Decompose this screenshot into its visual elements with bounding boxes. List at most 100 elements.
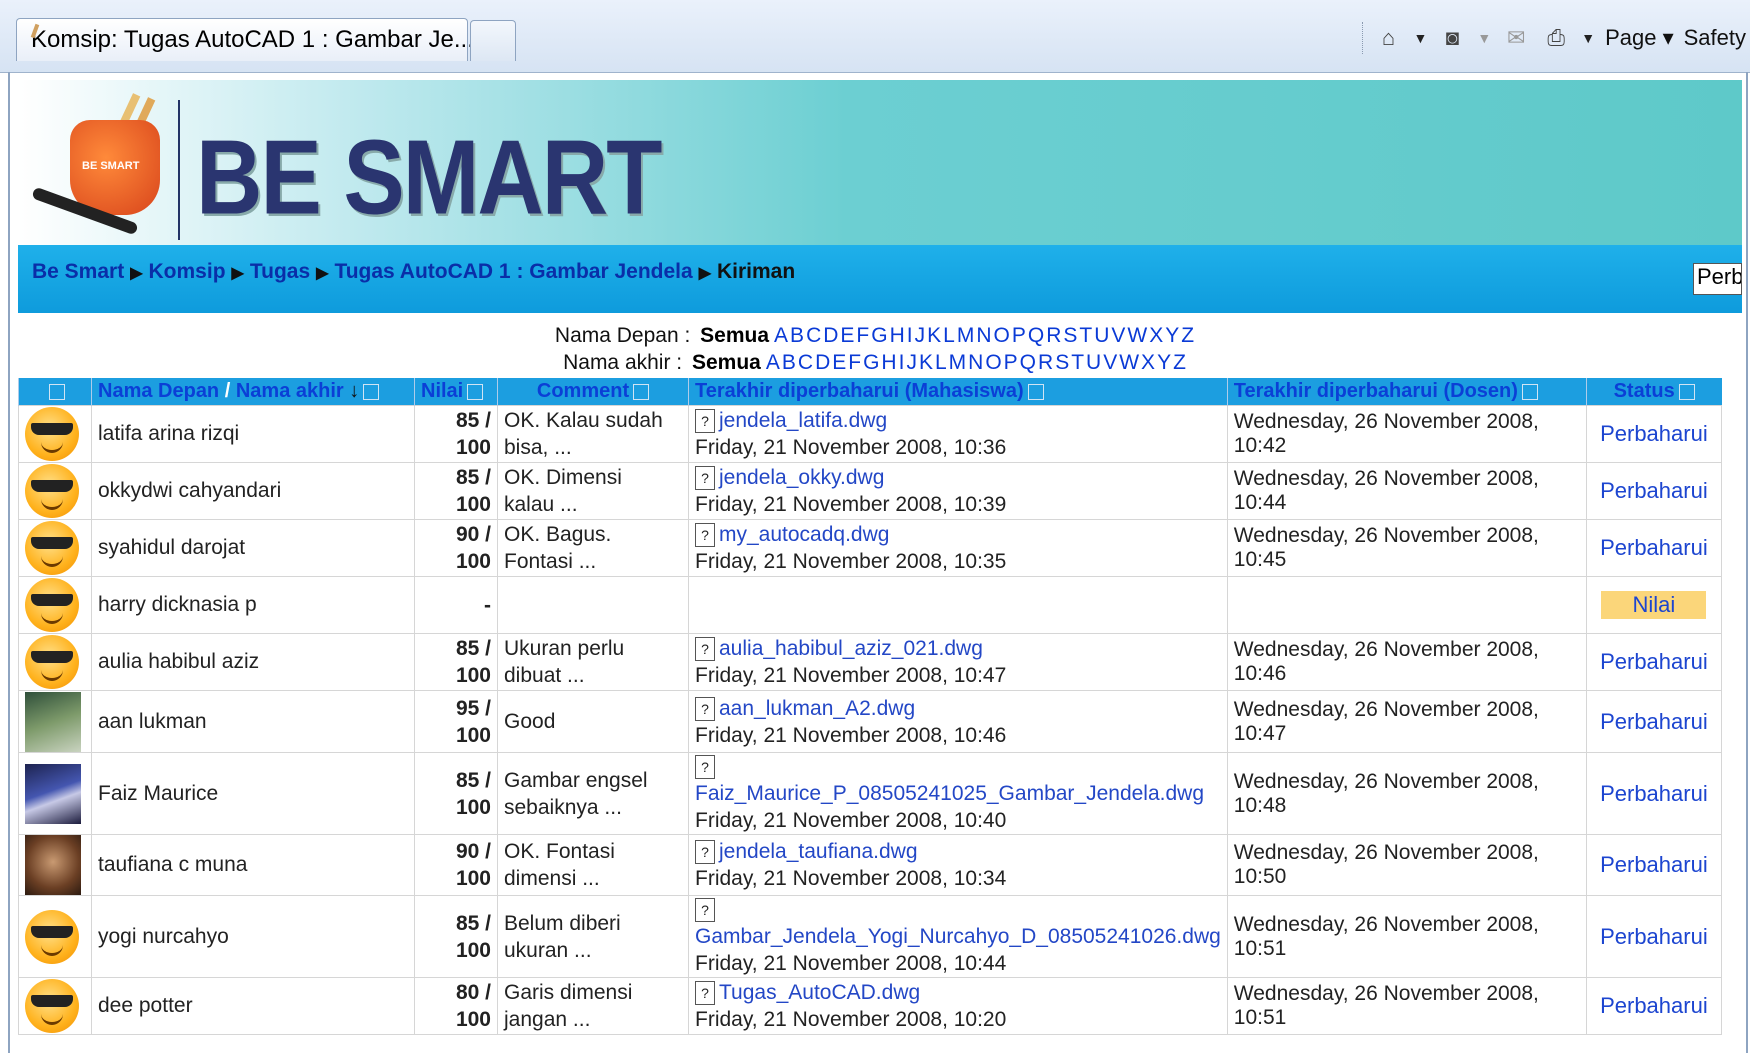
filter-letter[interactable]: Y	[1165, 324, 1179, 347]
site-logo[interactable]: BE SMART	[196, 118, 662, 239]
header-status[interactable]: Status	[1585, 378, 1722, 406]
filter-letter[interactable]: F	[848, 351, 861, 374]
print-dropdown-icon[interactable]: ▼	[1581, 30, 1595, 46]
filter-letter[interactable]: H	[890, 324, 905, 347]
filter-letter[interactable]: M	[949, 351, 967, 374]
filter-letter[interactable]: C	[798, 351, 813, 374]
print-icon[interactable]: ⎙	[1541, 24, 1571, 52]
filter-letter[interactable]: L	[943, 324, 955, 347]
filter-letter[interactable]: B	[790, 324, 804, 347]
filter-letter[interactable]: R	[1046, 324, 1061, 347]
avatar[interactable]	[25, 464, 79, 518]
filter-letter[interactable]: A	[774, 324, 788, 347]
student-name[interactable]: latifa arina rizqi	[91, 405, 415, 463]
filter-letter[interactable]: T	[1071, 351, 1084, 374]
filter-letter[interactable]: U	[1086, 351, 1101, 374]
breadcrumb-link[interactable]: Be Smart	[32, 260, 124, 283]
filter-letter[interactable]: X	[1149, 324, 1163, 347]
student-name[interactable]: dee potter	[91, 977, 415, 1035]
update-link[interactable]: Perbaharui	[1600, 709, 1708, 734]
student-name[interactable]: Faiz Maurice	[91, 752, 415, 835]
submission-file-link[interactable]: aulia_habibul_aziz_021.dwg	[719, 637, 983, 660]
sort-last-name[interactable]: Nama akhir	[236, 380, 344, 402]
home-dropdown-icon[interactable]: ▼	[1414, 30, 1428, 46]
filter-letter[interactable]: P	[1012, 324, 1026, 347]
filter-letter[interactable]: P	[1004, 351, 1018, 374]
update-link[interactable]: Perbaharui	[1600, 478, 1708, 503]
student-name[interactable]: aulia habibul aziz	[91, 633, 415, 691]
filter-letter[interactable]: X	[1141, 351, 1155, 374]
filter-letter[interactable]: Q	[1028, 324, 1044, 347]
collapse-icon[interactable]	[1678, 383, 1695, 400]
filter-letter[interactable]: G	[871, 324, 887, 347]
update-link[interactable]: Perbaharui	[1600, 535, 1708, 560]
avatar[interactable]	[25, 691, 81, 752]
filter-letter[interactable]: R	[1038, 351, 1053, 374]
submission-file-link[interactable]: Tugas_AutoCAD.dwg	[719, 981, 920, 1004]
home-icon[interactable]: ⌂	[1374, 24, 1404, 52]
avatar[interactable]	[25, 835, 81, 895]
grade-button[interactable]: Nilai	[1601, 591, 1707, 619]
filter-all[interactable]: Semua	[692, 351, 761, 374]
avatar[interactable]	[25, 763, 81, 824]
student-name[interactable]: taufiana c muna	[91, 834, 415, 896]
collapse-icon[interactable]	[1027, 383, 1044, 400]
header-comment[interactable]: Comment	[497, 378, 689, 406]
new-tab-button[interactable]	[470, 20, 516, 61]
filter-letter[interactable]: S	[1063, 324, 1077, 347]
filter-letter[interactable]: I	[899, 351, 905, 374]
filter-letter[interactable]: O	[985, 351, 1001, 374]
filter-letter[interactable]: T	[1079, 324, 1092, 347]
filter-letter[interactable]: Z	[1173, 351, 1186, 374]
filter-letter[interactable]: Q	[1020, 351, 1036, 374]
breadcrumb-link[interactable]: Tugas	[250, 260, 310, 283]
student-name[interactable]: aan lukman	[91, 690, 415, 753]
filter-all[interactable]: Semua	[700, 324, 769, 347]
collapse-icon[interactable]	[1521, 383, 1538, 400]
update-link[interactable]: Perbaharui	[1600, 852, 1708, 877]
filter-letter[interactable]: K	[927, 324, 941, 347]
avatar[interactable]	[25, 979, 79, 1033]
filter-letter[interactable]: Y	[1157, 351, 1171, 374]
page-menu[interactable]: Page ▾	[1605, 25, 1674, 51]
filter-letter[interactable]: M	[957, 324, 975, 347]
avatar[interactable]	[25, 578, 79, 632]
header-name[interactable]: Nama Depan / Nama akhir ↓	[91, 378, 415, 406]
filter-letter[interactable]: N	[968, 351, 983, 374]
update-link[interactable]: Perbaharui	[1600, 993, 1708, 1018]
filter-letter[interactable]: U	[1094, 324, 1109, 347]
filter-letter[interactable]: J	[906, 351, 917, 374]
student-name[interactable]: yogi nurcahyo	[91, 895, 415, 978]
submission-file-link[interactable]: Gambar_Jendela_Yogi_Nurcahyo_D_085052410…	[695, 925, 1221, 948]
filter-letter[interactable]: A	[766, 351, 780, 374]
filter-letter[interactable]: L	[935, 351, 947, 374]
update-link[interactable]: Perbaharui	[1600, 781, 1708, 806]
breadcrumb-link[interactable]: Tugas AutoCAD 1 : Gambar Jendela	[334, 260, 692, 283]
update-link[interactable]: Perbaharui	[1600, 924, 1708, 949]
avatar[interactable]	[25, 407, 79, 461]
filter-letter[interactable]: S	[1055, 351, 1069, 374]
header-student-updated[interactable]: Terakhir diperbaharui (Mahasiswa)	[688, 378, 1228, 406]
breadcrumb-link[interactable]: Komsip	[149, 260, 226, 283]
header-teacher-updated[interactable]: Terakhir diperbaharui (Dosen)	[1226, 378, 1587, 406]
filter-letter[interactable]: D	[823, 324, 838, 347]
read-mail-icon[interactable]: ✉	[1501, 24, 1531, 52]
collapse-icon[interactable]	[633, 383, 650, 400]
filter-letter[interactable]: I	[907, 324, 913, 347]
filter-letter[interactable]: E	[840, 324, 854, 347]
submission-file-link[interactable]: jendela_latifa.dwg	[719, 409, 887, 432]
filter-letter[interactable]: G	[863, 351, 879, 374]
avatar[interactable]	[25, 909, 79, 964]
browser-tab[interactable]: Komsip: Tugas AutoCAD 1 : Gambar Je...	[16, 18, 474, 61]
header-picture[interactable]	[18, 378, 92, 406]
safety-menu[interactable]: Safety	[1684, 25, 1746, 51]
student-name[interactable]: syahidul darojat	[91, 519, 415, 577]
filter-letter[interactable]: Z	[1181, 324, 1194, 347]
filter-letter[interactable]: J	[915, 324, 926, 347]
filter-letter[interactable]: C	[806, 324, 821, 347]
collapse-icon[interactable]	[467, 383, 484, 400]
submission-file-link[interactable]: aan_lukman_A2.dwg	[719, 697, 915, 720]
header-grade[interactable]: Nilai	[414, 378, 498, 406]
update-link[interactable]: Perbaharui	[1600, 649, 1708, 674]
filter-letter[interactable]: V	[1103, 351, 1117, 374]
